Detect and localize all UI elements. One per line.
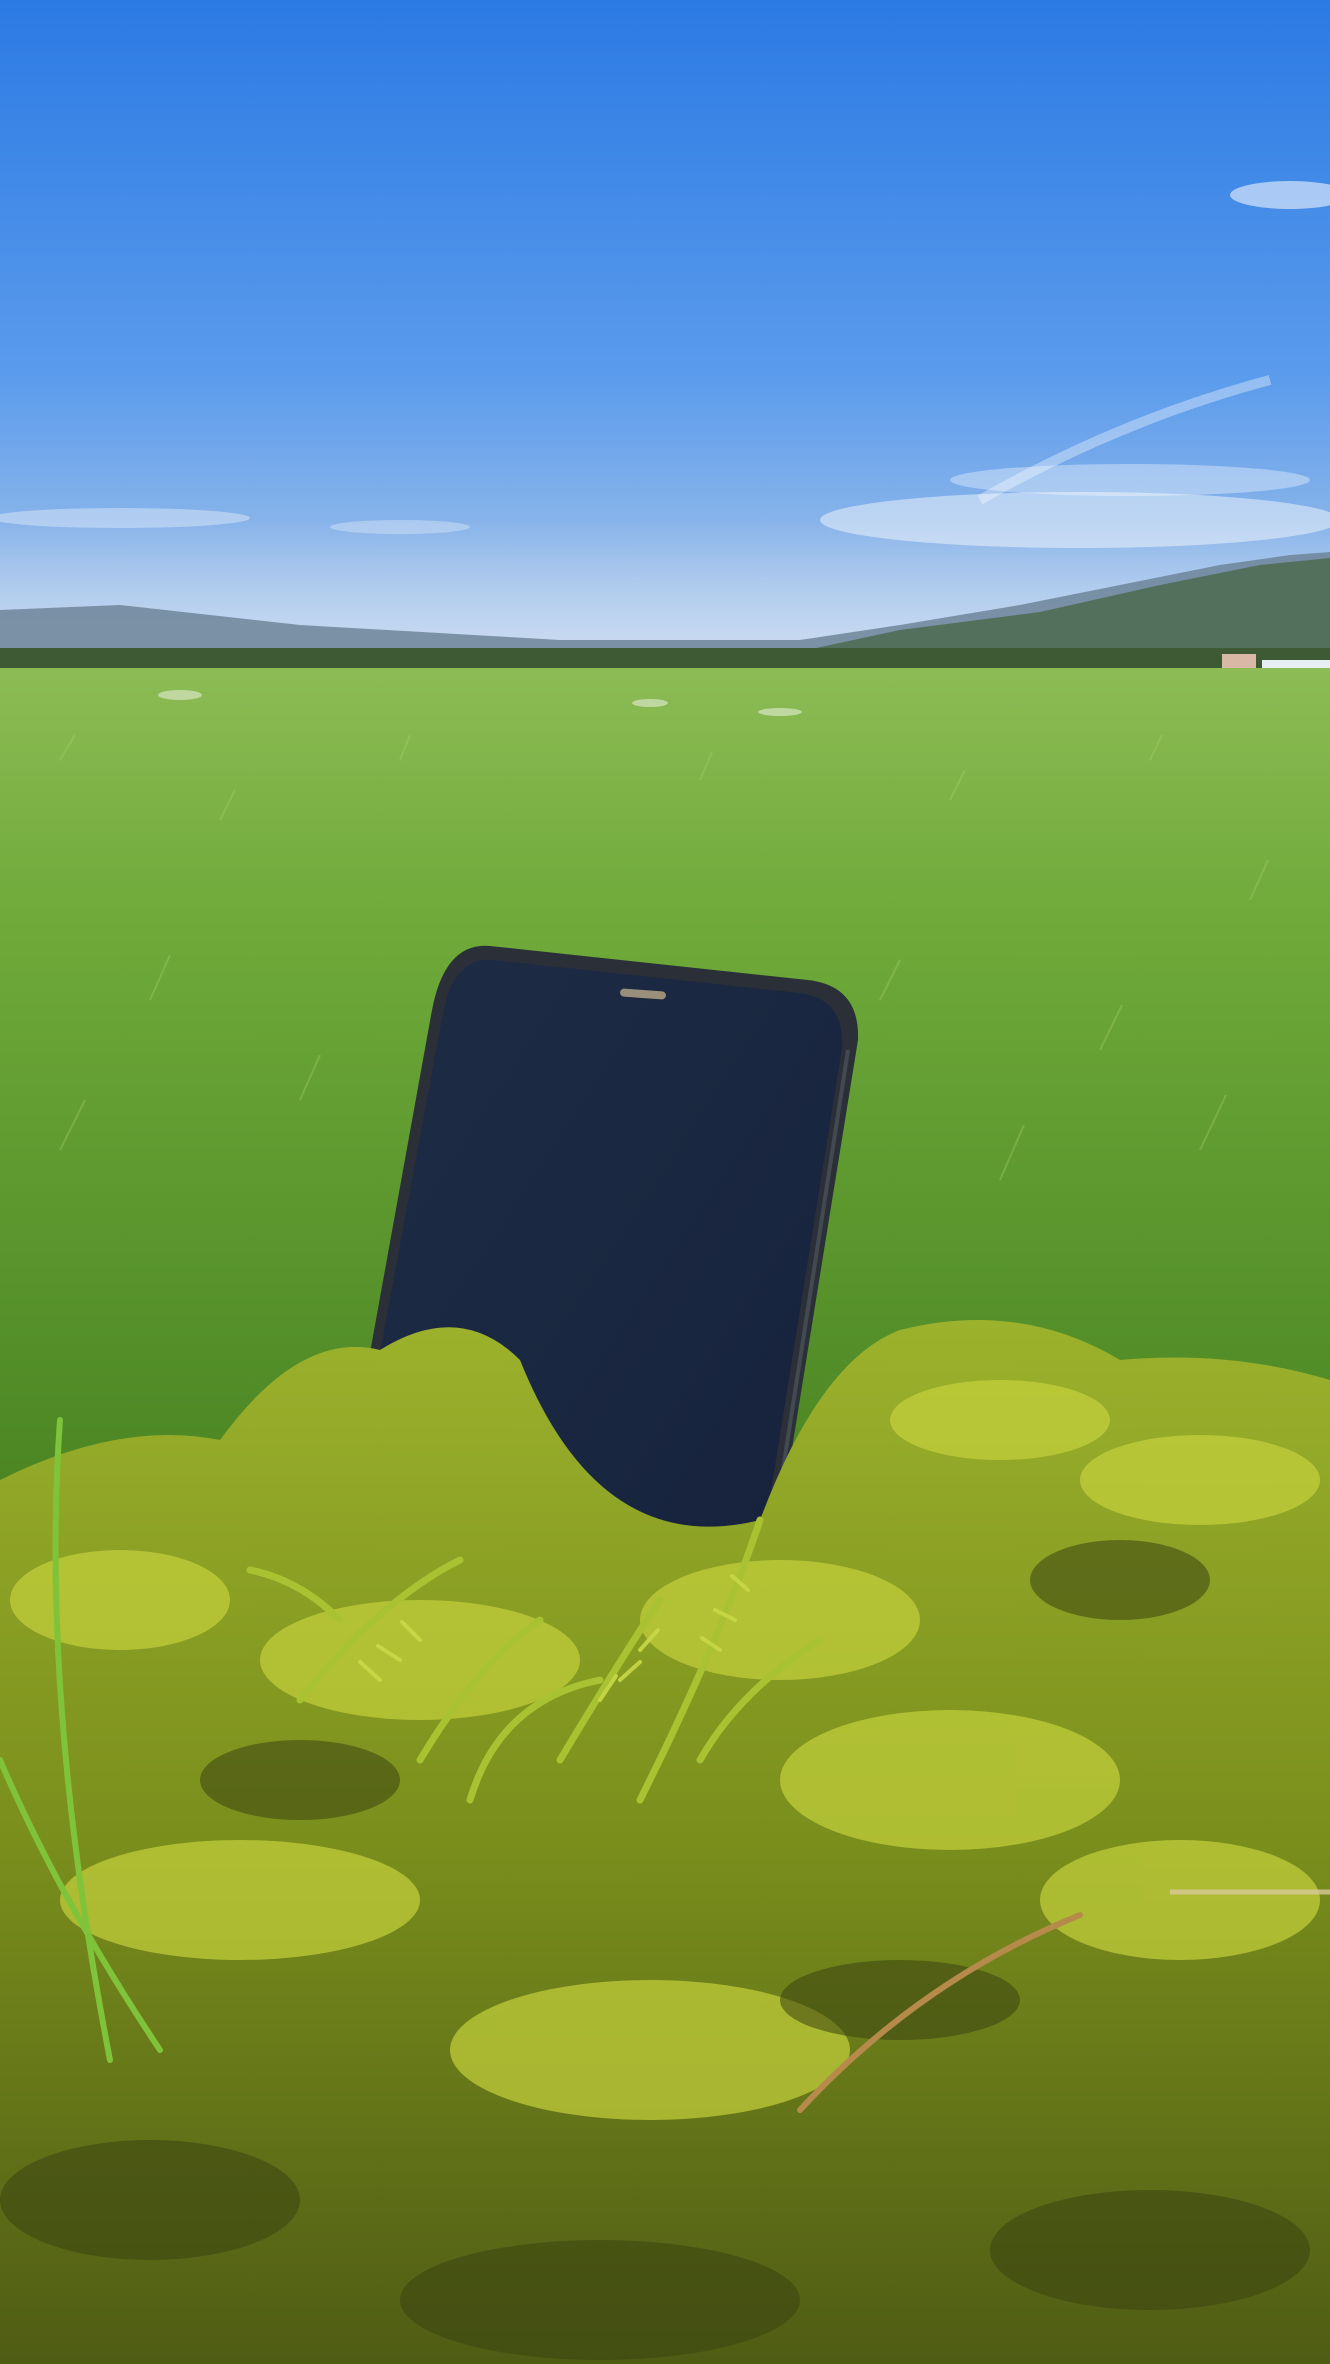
- photo-scene: [0, 0, 1330, 2364]
- scene-svg: [0, 0, 1330, 2364]
